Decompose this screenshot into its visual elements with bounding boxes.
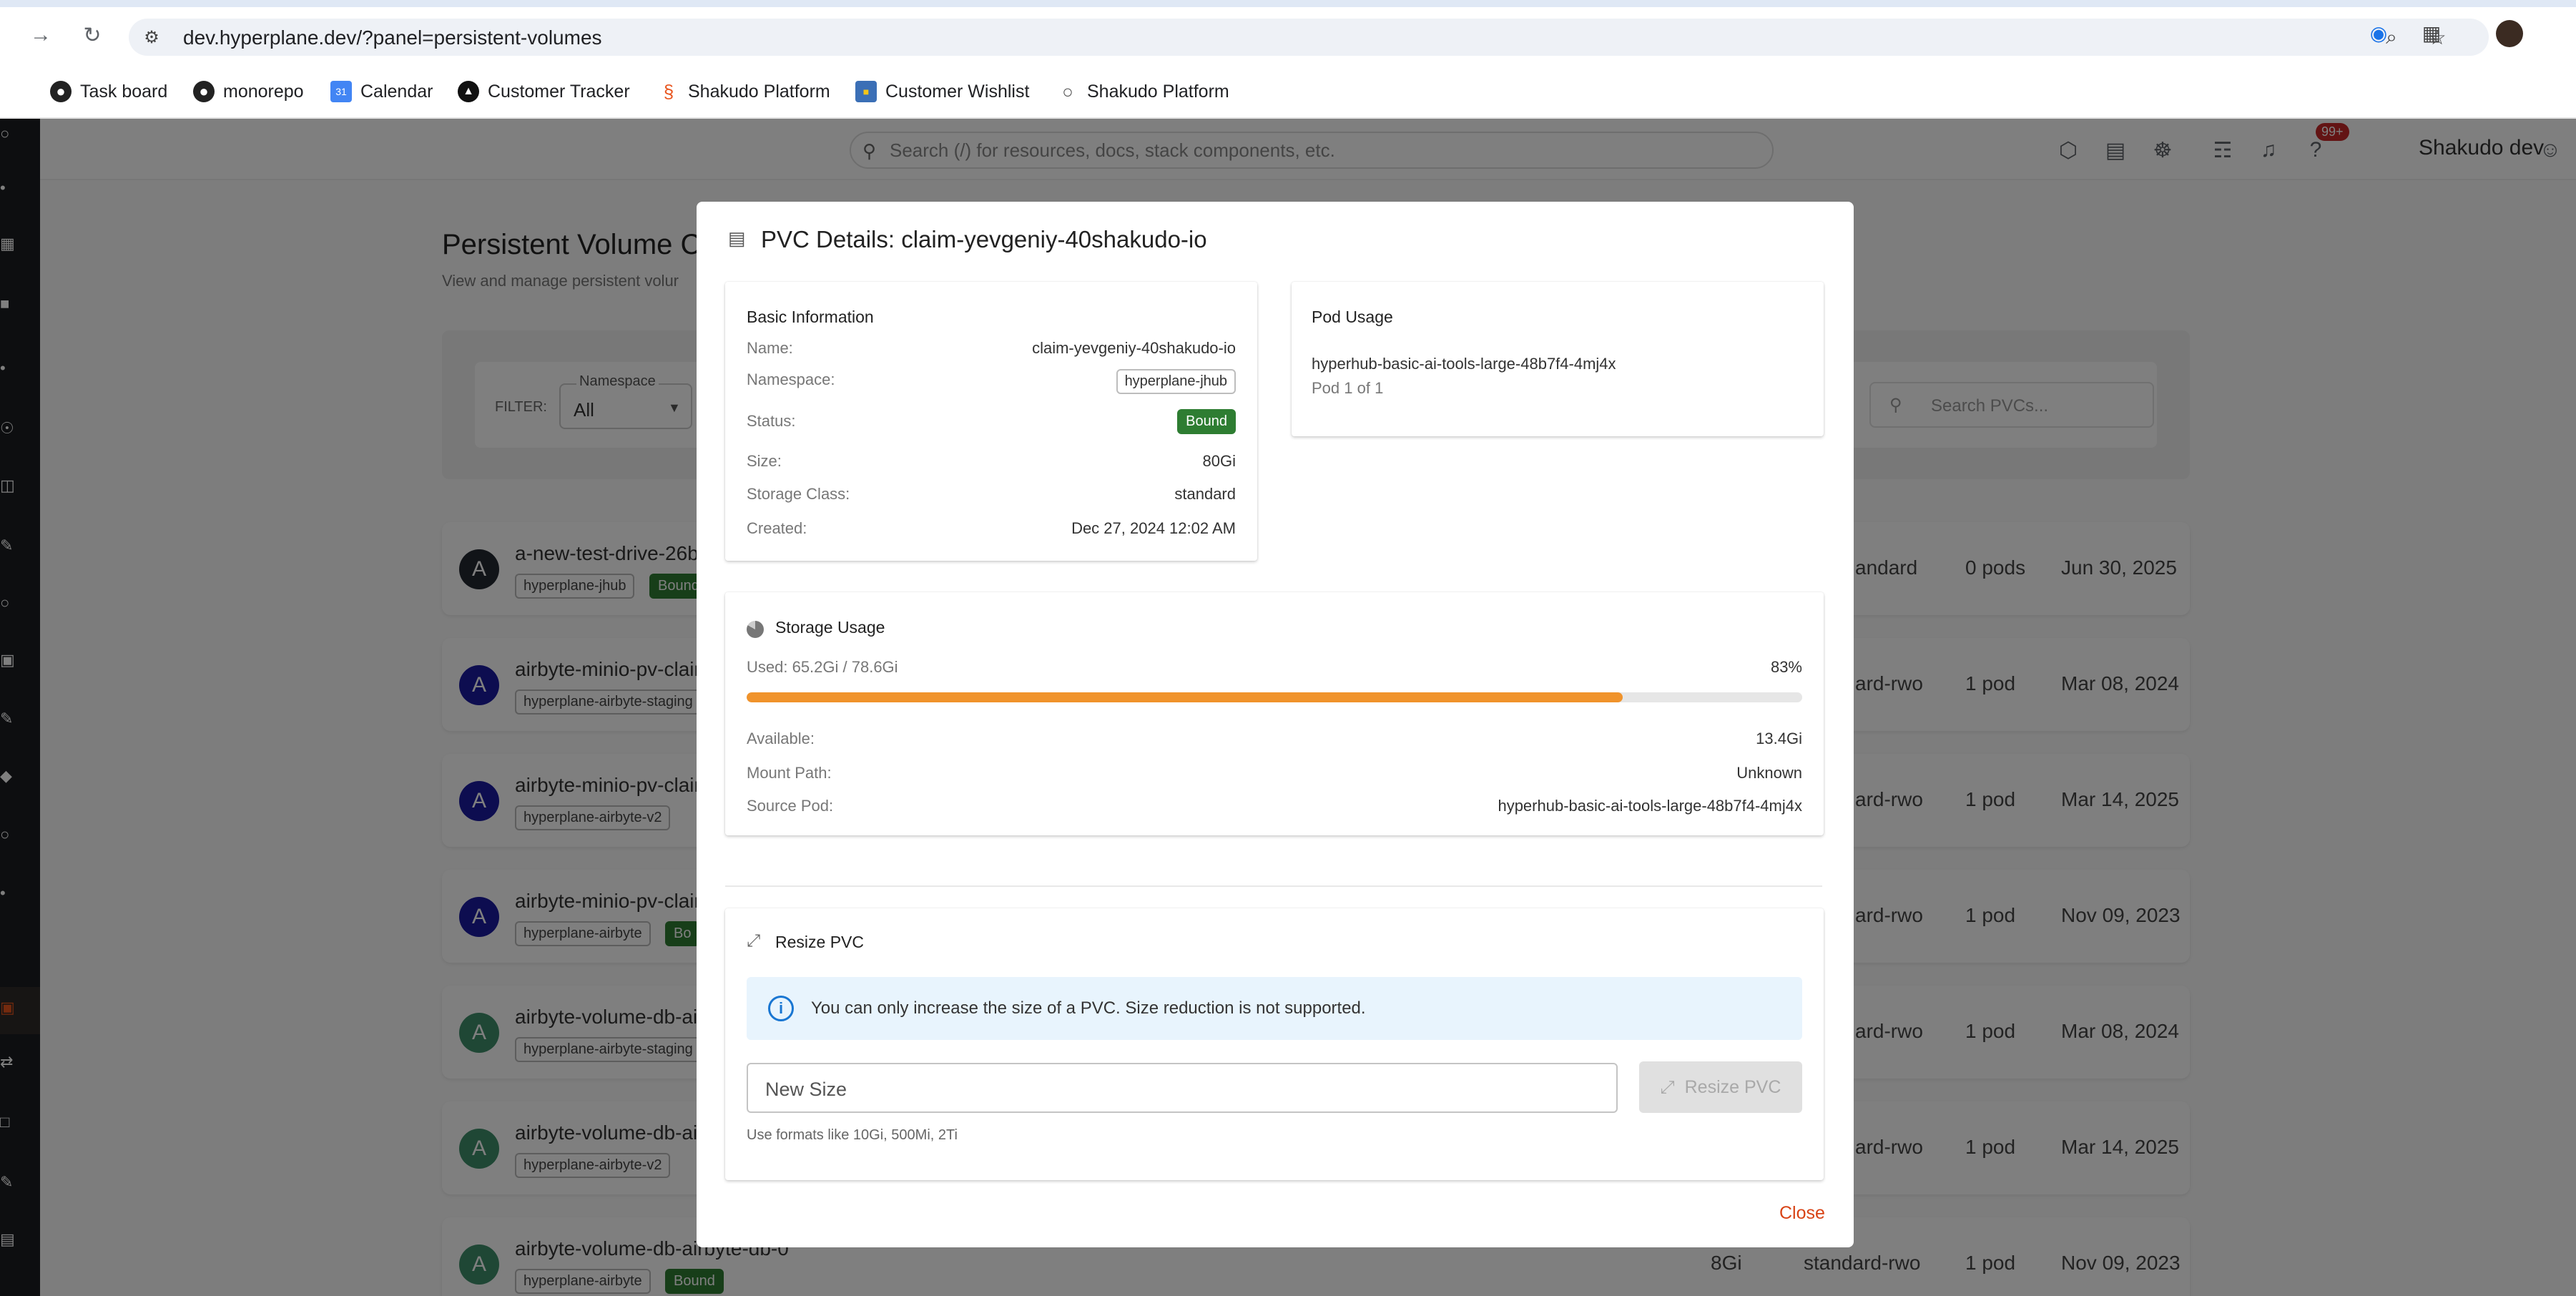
usage-progress-fill (747, 692, 1623, 702)
usage-progress-bar (747, 692, 1802, 702)
storage-class-label: Storage Class: (747, 485, 850, 503)
bookmarks-bar: ● Task board ● monorepo 31 Calendar ▲ Cu… (0, 64, 2576, 119)
info-text: You can only increase the size of a PVC.… (811, 998, 1366, 1018)
size-format-hint: Use formats like 10Gi, 500Mi, 2Ti (747, 1127, 958, 1143)
available-value: 13.4Gi (1756, 730, 1802, 747)
size-value: 80Gi (1202, 452, 1236, 470)
close-button[interactable]: Close (1779, 1203, 1825, 1224)
bookmark-customer-tracker[interactable]: ▲ Customer Tracker (458, 77, 630, 106)
status-badge: Bound (1177, 409, 1236, 434)
url-text[interactable]: dev.hyperplane.dev/?panel=persistent-vol… (183, 26, 602, 49)
storage-class-value: standard (1174, 485, 1236, 503)
bookmark-monorepo[interactable]: ● monorepo (193, 77, 304, 106)
calendar-icon: 31 (330, 81, 352, 102)
mount-path-label: Mount Path: (747, 764, 832, 782)
pvc-details-dialog: ▤ PVC Details: claim-yevgeniy-40shakudo-… (697, 202, 1854, 1247)
site-info-icon[interactable]: ⚙ (137, 23, 166, 51)
basic-information-card: Basic Information Name: claim-yevgeniy-4… (725, 282, 1257, 561)
browser-tab-strip (0, 0, 2576, 7)
size-label: Size: (747, 452, 782, 470)
reload-icon[interactable]: ↻ (76, 19, 109, 51)
card-heading: Resize PVC (775, 933, 864, 951)
browser-toolbar: → ↻ ⚙ dev.hyperplane.dev/?panel=persiste… (0, 7, 2576, 64)
info-icon: i (768, 996, 794, 1021)
resize-icon: ⤢ (747, 931, 761, 951)
available-label: Available: (747, 730, 815, 747)
address-bar[interactable]: ⚙ dev.hyperplane.dev/?panel=persistent-v… (129, 19, 2489, 56)
github-icon: ● (50, 81, 72, 102)
card-heading: Basic Information (747, 308, 874, 326)
bookmark-shakudo-platform[interactable]: § Shakudo Platform (658, 77, 830, 106)
mount-path-value: Unknown (1736, 764, 1802, 782)
resize-pvc-card: ⤢ Resize PVC i You can only increase the… (725, 908, 1824, 1180)
card-heading: Storage Usage (775, 618, 885, 637)
resize-icon: ⤢ (1660, 1076, 1675, 1097)
namespace-chip: hyperplane-jhub (1116, 369, 1236, 394)
pod-usage-card: Pod Usage hyperhub-basic-ai-tools-large-… (1292, 282, 1824, 436)
created-value: Dec 27, 2024 12:02 AM (1071, 519, 1236, 537)
extensions-icon[interactable]: ▦ (2417, 19, 2446, 47)
section-divider (725, 885, 1822, 887)
pod-count: Pod 1 of 1 (1312, 379, 1384, 397)
profile-avatar[interactable] (2496, 20, 2523, 47)
bookmark-shakudo-platform-2[interactable]: ○ Shakudo Platform (1057, 77, 1229, 106)
github-icon: ● (193, 81, 215, 102)
globe-icon: ○ (1062, 80, 1073, 102)
bookmark-customer-wishlist[interactable]: ■ Customer Wishlist (855, 77, 1029, 106)
storage-usage-card: Storage Usage Used: 65.2Gi / 78.6Gi 83% … (725, 592, 1824, 835)
shakudo-icon: § (663, 80, 674, 102)
info-alert: i You can only increase the size of a PV… (747, 977, 1802, 1040)
password-manager-icon[interactable]: ◉ (2364, 19, 2393, 47)
created-label: Created: (747, 519, 807, 537)
forward-icon[interactable]: → (24, 19, 57, 51)
status-label: Status: (747, 412, 796, 430)
name-value: claim-yevgeniy-40shakudo-io (1032, 339, 1236, 357)
usage-percent: 83% (1770, 658, 1802, 676)
name-label: Name: (747, 339, 793, 357)
wishlist-icon: ■ (855, 81, 877, 102)
source-pod-label: Source Pod: (747, 797, 834, 815)
dialog-title: PVC Details: claim-yevgeniy-40shakudo-io (761, 226, 1207, 252)
card-heading: Pod Usage (1312, 308, 1393, 326)
bookmark-calendar[interactable]: 31 Calendar (330, 77, 433, 106)
bookmark-task-board[interactable]: ● Task board (50, 77, 167, 106)
source-pod-value: hyperhub-basic-ai-tools-large-48b7f4-4mj… (1498, 797, 1802, 815)
used-text: Used: 65.2Gi / 78.6Gi (747, 658, 898, 676)
pod-name: hyperhub-basic-ai-tools-large-48b7f4-4mj… (1312, 355, 1616, 373)
tracker-icon: ▲ (458, 81, 479, 102)
pie-chart-icon (747, 621, 764, 638)
new-size-input[interactable]: New Size (747, 1063, 1618, 1113)
storage-disk-icon: ▤ (728, 227, 746, 249)
resize-pvc-button[interactable]: ⤢ Resize PVC (1639, 1061, 1802, 1113)
namespace-label: Namespace: (747, 370, 835, 388)
